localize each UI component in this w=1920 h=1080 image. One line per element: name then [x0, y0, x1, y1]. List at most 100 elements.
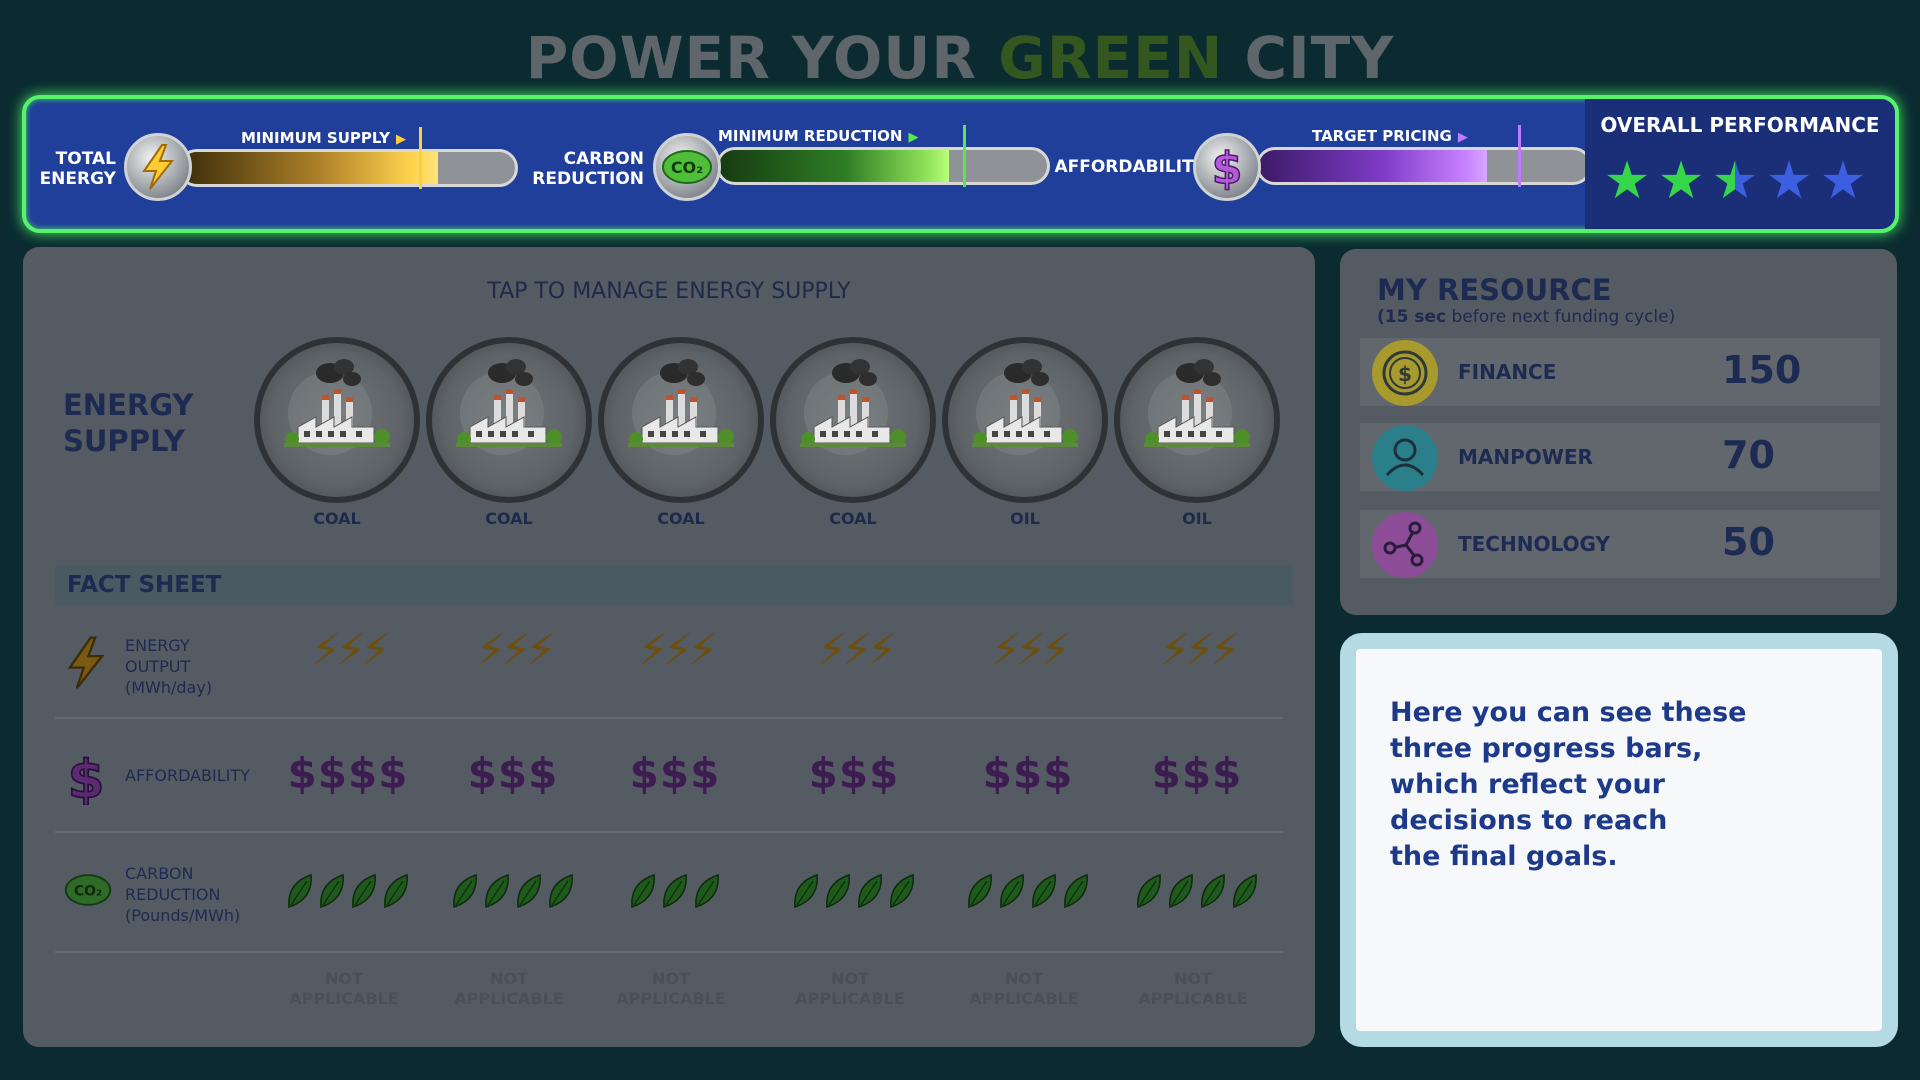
- leaf-icon: [384, 873, 408, 909]
- energy-supply-panel: TAP TO MANAGE ENERGY SUPPLY ENERGY SUPPL…: [23, 247, 1315, 1047]
- tutorial-popup[interactable]: Here you can see these three progress ba…: [1340, 633, 1898, 1047]
- leaf-icon: [858, 873, 882, 909]
- energy-output-row: ENERGY OUTPUT (MWh/day) ⚡⚡⚡ ⚡⚡⚡ ⚡⚡⚡ ⚡⚡⚡ ⚡⚡⚡ ⚡…: [55, 607, 1283, 719]
- energy-output-value: ⚡⚡⚡: [1159, 625, 1241, 676]
- manpower-label: MANPOWER: [1458, 445, 1593, 469]
- power-plant-button[interactable]: OIL: [942, 337, 1108, 528]
- overall-performance-title: OVERALL PERFORMANCE: [1600, 113, 1880, 137]
- carbon-reduction-value: [1122, 871, 1272, 919]
- target-pricing-marker: [1518, 125, 1522, 187]
- affordability-fill: [1259, 150, 1487, 182]
- minimum-supply-marker: [419, 127, 423, 189]
- factory-icon: [426, 337, 592, 503]
- affordability-value: $$$$: [287, 749, 409, 798]
- carbon-reduction-row-label: CARBON REDUCTION (Pounds/MWh): [125, 864, 241, 925]
- dollar-icon: $: [63, 749, 109, 812]
- total-energy-fill: [181, 152, 439, 184]
- not-applicable-label: NOT APPLICABLE: [969, 969, 1079, 1008]
- affordability-row-label: AFFORDABILITY: [125, 766, 250, 785]
- power-plant-button[interactable]: COAL: [254, 337, 420, 528]
- star-rating: ★ ★ ★ ★ ★: [1603, 151, 1867, 211]
- not-applicable-label: NOT APPLICABLE: [454, 969, 564, 1008]
- svg-text:$: $: [1398, 362, 1412, 386]
- resource-row-manpower: MANPOWER 70: [1360, 423, 1880, 491]
- power-plant-button[interactable]: OIL: [1114, 337, 1280, 528]
- minimum-reduction-caption: MINIMUM REDUCTION ▶: [718, 127, 919, 145]
- leaf-icon: [663, 873, 687, 909]
- minimum-reduction-marker: [963, 125, 967, 187]
- network-icon: [1372, 512, 1438, 578]
- svg-text:$: $: [68, 750, 105, 805]
- leaf-icon: [968, 873, 992, 909]
- plant-type-label: COAL: [829, 509, 877, 528]
- overall-performance: OVERALL PERFORMANCE ★ ★ ★ ★ ★: [1585, 99, 1895, 229]
- leaf-icon: [631, 873, 655, 909]
- lightning-bolt-icon: [63, 635, 109, 690]
- progress-panel: TOTAL ENERGY MINIMUM SUPPLY ▶ CARBON REDU…: [22, 95, 1899, 233]
- carbon-reduction-value: [600, 871, 750, 919]
- affordability-bar: [1256, 147, 1592, 185]
- factory-icon: [1114, 337, 1280, 503]
- total-energy-bar: [178, 149, 518, 187]
- resource-title: MY RESOURCE: [1377, 273, 1612, 307]
- leaf-icon: [1064, 873, 1088, 909]
- carbon-reduction-value: [273, 871, 423, 919]
- plant-type-label: OIL: [1010, 509, 1040, 528]
- plant-type-label: COAL: [657, 509, 705, 528]
- power-plant-button[interactable]: COAL: [426, 337, 592, 528]
- plant-type-label: COAL: [485, 509, 533, 528]
- carbon-reduction-row: CO₂ CARBON REDUCTION (Pounds/MWh): [55, 835, 1283, 953]
- lightning-bolt-icon: [124, 133, 192, 201]
- carbon-reduction-fill: [719, 150, 949, 182]
- energy-supply-heading: ENERGY SUPPLY: [63, 388, 194, 458]
- leaf-icon: [549, 873, 573, 909]
- power-plant-button[interactable]: COAL: [770, 337, 936, 528]
- star-icon: ★: [1711, 151, 1759, 211]
- finance-value: 150: [1722, 348, 1802, 392]
- leaf-icon: [1000, 873, 1024, 909]
- affordability-value: $$$: [467, 749, 559, 798]
- affordability-value: $$$: [808, 749, 900, 798]
- carbon-reduction-label: CARBON REDUCTION: [532, 149, 644, 189]
- not-applicable-label: NOT APPLICABLE: [289, 969, 399, 1008]
- title-part-2: GREEN: [998, 24, 1224, 92]
- title-part-1: POWER YOUR: [525, 24, 978, 92]
- leaf-icon: [890, 873, 914, 909]
- carbon-reduction-bar: [716, 147, 1050, 185]
- resource-panel: MY RESOURCE (15 sec before next funding …: [1340, 249, 1897, 615]
- svg-text:CO₂: CO₂: [671, 158, 703, 177]
- technology-value: 50: [1722, 520, 1775, 564]
- energy-output-value: ⚡⚡⚡: [310, 625, 392, 676]
- carbon-reduction-value: [953, 871, 1103, 919]
- leaf-icon: [1201, 873, 1225, 909]
- leaf-icon: [1233, 873, 1257, 909]
- star-icon: ★: [1657, 151, 1705, 211]
- star-icon: ★: [1603, 151, 1651, 211]
- coin-icon: $: [1372, 340, 1438, 406]
- star-icon: ★: [1819, 151, 1867, 211]
- title-part-3: CITY: [1244, 24, 1395, 92]
- leaf-icon: [695, 873, 719, 909]
- leaf-icon: [1169, 873, 1193, 909]
- resource-row-technology: TECHNOLOGY 50: [1360, 510, 1880, 578]
- game-title: POWER YOUR GREEN CITY: [0, 24, 1920, 92]
- energy-output-value: ⚡⚡⚡: [475, 625, 557, 676]
- fact-sheet-header: FACT SHEET: [55, 565, 1293, 605]
- co2-cloud-icon: CO₂: [63, 867, 112, 917]
- affordability-value: $$$: [982, 749, 1074, 798]
- leaf-icon: [794, 873, 818, 909]
- leaf-icon: [288, 873, 312, 909]
- leaf-icon: [453, 873, 477, 909]
- affordability-label: AFFORDABILITY: [1054, 157, 1206, 177]
- carbon-reduction-value: [438, 871, 588, 919]
- factory-icon: [942, 337, 1108, 503]
- funding-cycle-note: (15 sec before next funding cycle): [1377, 307, 1676, 327]
- total-energy-label: TOTAL ENERGY: [39, 149, 116, 189]
- leaf-icon: [320, 873, 344, 909]
- plant-type-label: COAL: [313, 509, 361, 528]
- leaf-icon: [826, 873, 850, 909]
- tutorial-popup-body: Here you can see these three progress ba…: [1356, 649, 1882, 1031]
- resource-row-finance: $ FINANCE 150: [1360, 338, 1880, 406]
- power-plant-button[interactable]: COAL: [598, 337, 764, 528]
- factory-icon: [598, 337, 764, 503]
